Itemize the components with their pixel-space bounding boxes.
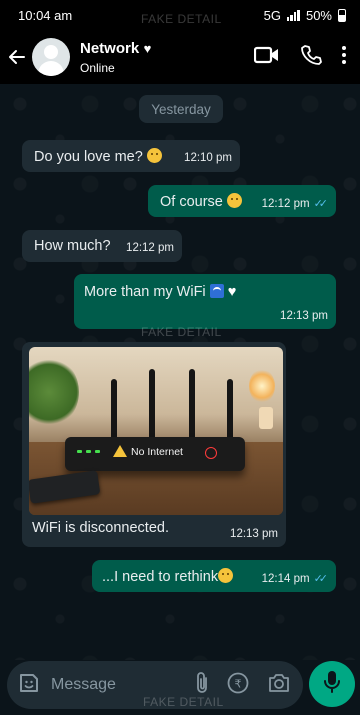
camera-icon[interactable] xyxy=(267,673,291,698)
watermark: FAKE DETAIL xyxy=(141,12,222,26)
contact-info[interactable]: Network ♥ Online xyxy=(80,40,151,75)
read-ticks-icon: ✓✓ xyxy=(313,573,329,585)
message-time: 12:13 pm xyxy=(280,310,328,322)
sticker-icon[interactable] xyxy=(17,671,41,700)
message-time: 12:12 pm xyxy=(126,242,174,254)
message-outgoing[interactable]: More than my WiFi ♥ 12:13 pm xyxy=(74,274,336,329)
router-label: No Internet xyxy=(131,446,183,458)
message-outgoing[interactable]: ...I need to rethink 12:14 pm ✓✓ xyxy=(92,560,336,592)
contact-status: Online xyxy=(80,60,115,75)
message-text: WiFi is disconnected. xyxy=(32,520,169,536)
heart-icon: ♥ xyxy=(143,40,152,56)
network-type: 5G xyxy=(263,7,281,23)
message-time: 12:10 pm xyxy=(184,152,232,164)
read-ticks-icon: ✓✓ xyxy=(313,198,329,210)
more-options-icon[interactable] xyxy=(342,45,346,69)
chat-header: Network ♥ Online xyxy=(0,30,360,84)
message-text: How much? xyxy=(34,238,111,254)
svg-text:₹: ₹ xyxy=(235,677,242,690)
router-photo[interactable]: No Internet xyxy=(29,347,283,515)
back-arrow-icon[interactable] xyxy=(2,30,32,84)
message-incoming[interactable]: How much? 12:12 pm xyxy=(22,230,182,262)
voice-call-icon[interactable] xyxy=(300,44,322,71)
battery-percent: 50% xyxy=(305,7,332,23)
video-call-icon[interactable] xyxy=(253,46,280,69)
mic-button[interactable] xyxy=(309,661,355,707)
message-text: More than my WiFi xyxy=(84,284,206,300)
battery-icon xyxy=(338,8,346,22)
watermark: FAKE DETAIL xyxy=(143,695,224,709)
message-text: Of course xyxy=(160,194,223,210)
mic-icon xyxy=(322,670,342,699)
chat-area[interactable]: Yesterday Do you love me? 12:10 pm Of co… xyxy=(0,84,360,660)
message-text: ...I need to rethink xyxy=(102,569,219,585)
watermark: FAKE DETAIL xyxy=(141,325,222,339)
frown-emoji-icon xyxy=(146,148,162,163)
wifi-emoji-icon xyxy=(209,284,224,298)
smile-emoji-icon xyxy=(226,193,242,208)
status-time: 10:04 am xyxy=(18,7,73,23)
date-separator: Yesterday xyxy=(139,95,223,123)
payment-icon[interactable]: ₹ xyxy=(227,672,249,699)
message-time: 12:13 pm xyxy=(230,528,278,540)
message-time: 12:14 pm xyxy=(261,572,310,585)
message-time: 12:12 pm xyxy=(261,197,310,210)
contact-name-row: Network ♥ xyxy=(80,40,151,58)
warning-icon xyxy=(113,445,127,457)
winking-tongue-emoji-icon xyxy=(218,568,234,583)
signal-icon xyxy=(286,9,300,21)
globe-icon xyxy=(205,447,217,459)
message-outgoing[interactable]: Of course 12:12 pm ✓✓ xyxy=(148,185,336,217)
white-heart-icon: ♥ xyxy=(227,284,237,300)
avatar[interactable] xyxy=(32,38,70,76)
message-incoming[interactable]: Do you love me? 12:10 pm xyxy=(22,140,240,172)
message-incoming-image[interactable]: No Internet WiFi is disconnected. 12:13 … xyxy=(22,342,286,547)
message-input[interactable]: Message xyxy=(51,676,195,694)
message-text: Do you love me? xyxy=(34,149,143,165)
contact-name: Network xyxy=(80,39,140,57)
